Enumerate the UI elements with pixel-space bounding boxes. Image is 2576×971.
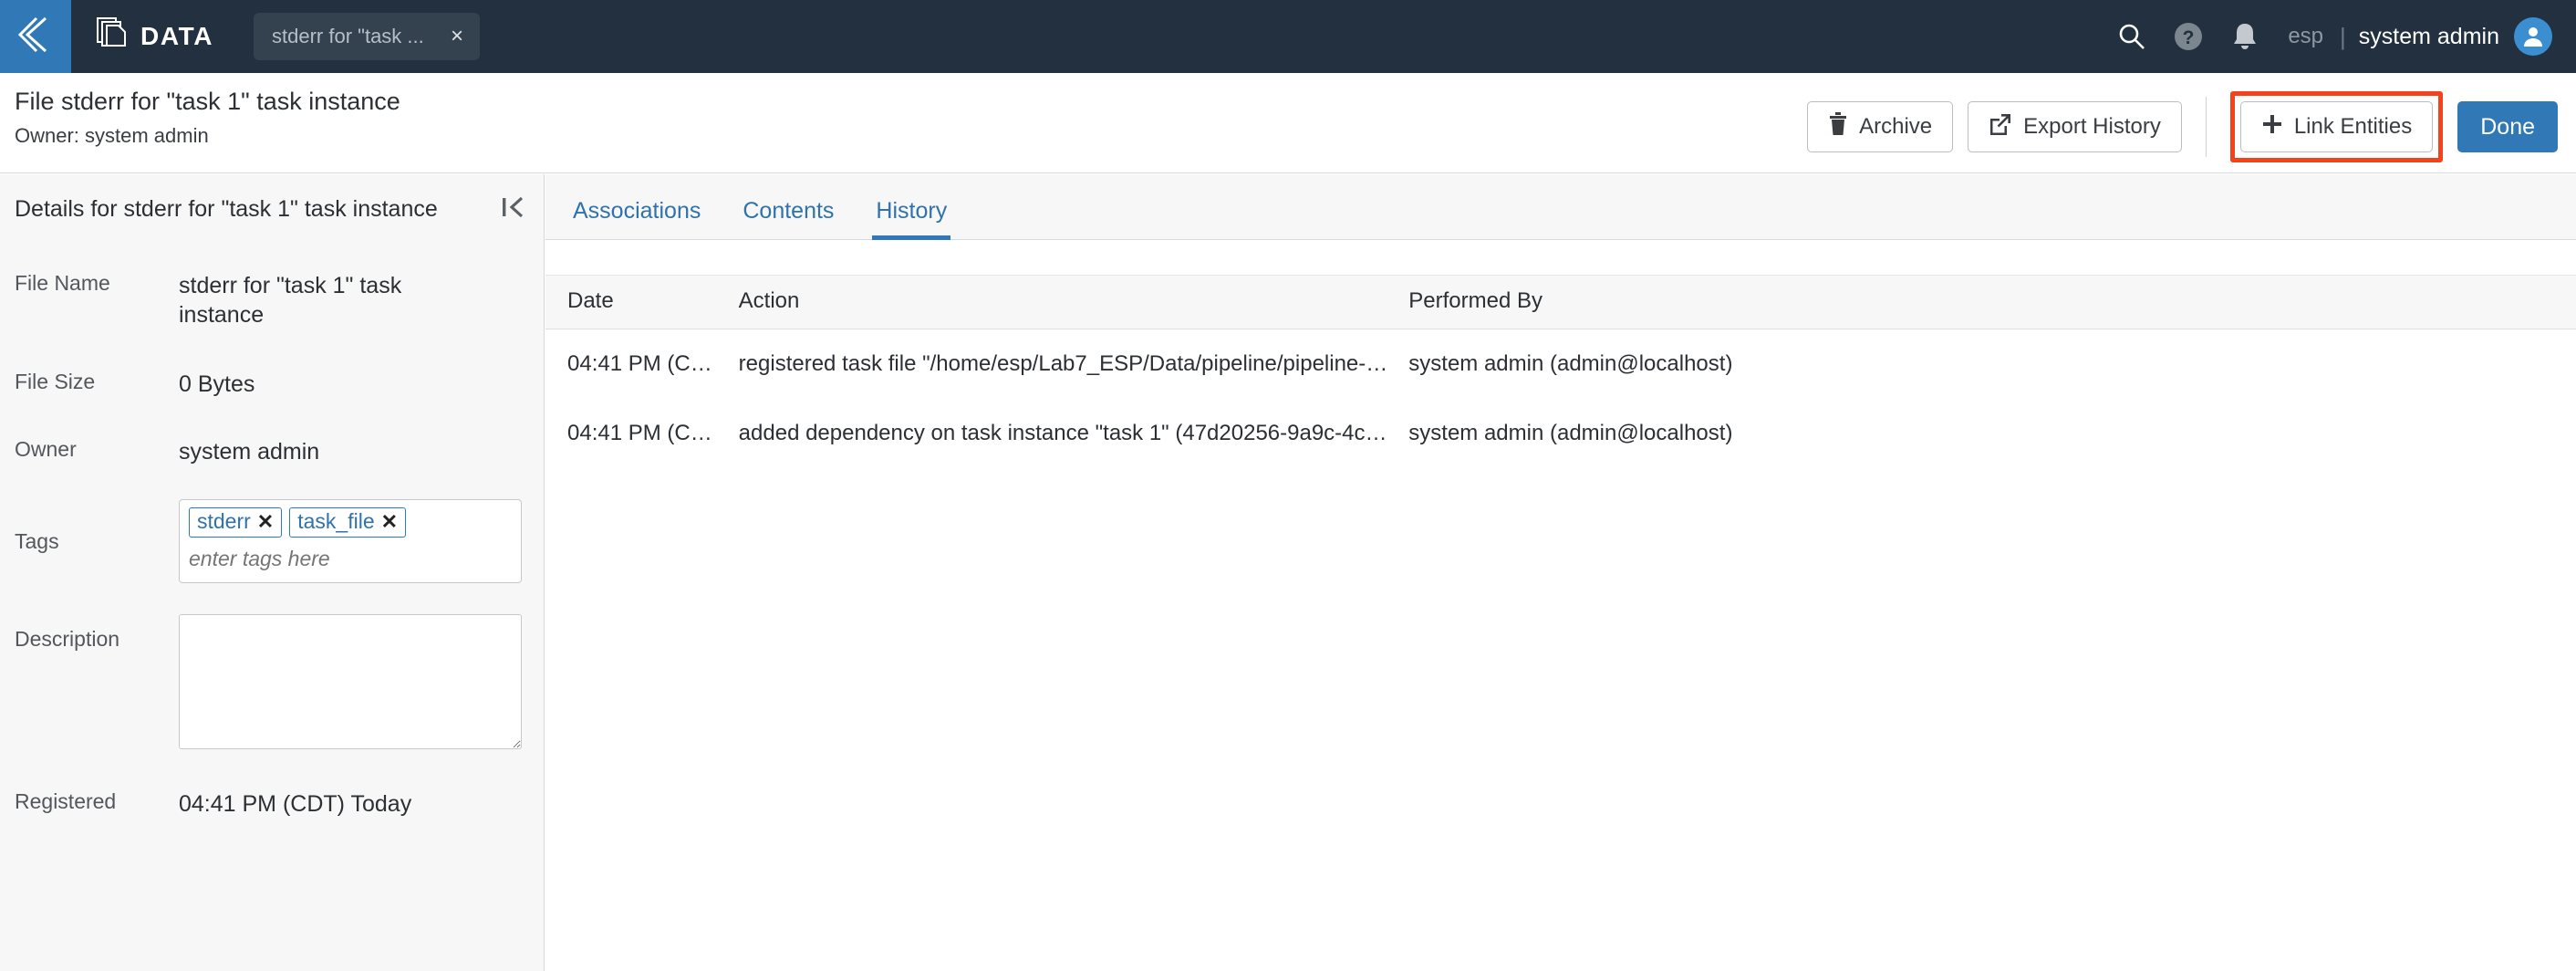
- help-circle-icon[interactable]: ?: [2160, 0, 2217, 73]
- tag-list: stderr ✕ task_file ✕: [189, 507, 512, 538]
- history-table-body: 04:41 PM (CDT) Today registered task fil…: [545, 329, 2576, 469]
- field-value: 0 Bytes: [179, 371, 255, 397]
- cell-action-text: added dependency on task instance "task …: [738, 421, 1389, 445]
- svg-text:?: ?: [2183, 27, 2195, 48]
- page-header: File stderr for "task 1" task instance O…: [0, 73, 2576, 173]
- header-divider: [2205, 97, 2207, 157]
- cell-action: added dependency on task instance "task …: [717, 399, 1389, 468]
- page-header-actions: Archive Export History Link Entities Don…: [1807, 91, 2558, 162]
- export-history-button-label: Export History: [2023, 114, 2161, 139]
- field-owner: Owner system admin: [0, 437, 544, 466]
- cell-performed-by: system admin (admin@localhost): [1408, 421, 1733, 445]
- cell-action-text: registered task file "/home/esp/Lab7_ESP…: [738, 351, 1389, 376]
- link-entities-button-label: Link Entities: [2293, 114, 2413, 139]
- table-row[interactable]: 04:41 PM (CDT) Today added dependency on…: [545, 399, 2576, 468]
- external-link-icon: [1989, 112, 2012, 142]
- close-icon[interactable]: ×: [451, 26, 463, 47]
- cell-performed-by: system admin (admin@localhost): [1408, 351, 1733, 376]
- open-tab-label: stderr for "task ...: [272, 25, 424, 47]
- field-value: system admin: [179, 439, 320, 465]
- description-textarea[interactable]: [179, 614, 522, 749]
- tag-remove-icon[interactable]: ✕: [257, 511, 274, 532]
- field-label: Tags: [15, 528, 59, 553]
- field-label: File Name: [15, 271, 110, 295]
- column-header-performed-by[interactable]: Performed By: [1388, 275, 2576, 329]
- field-label: Owner: [15, 437, 77, 461]
- archive-button-label: Archive: [1859, 114, 1933, 139]
- plus-icon: [2261, 113, 2283, 141]
- table-header-row: Date Action Performed By: [545, 275, 2576, 329]
- top-navigation-bar: DATA stderr for "task ... × ? esp | syst…: [0, 0, 2576, 73]
- field-file-name: File Name stderr for "task 1" task insta…: [0, 271, 544, 329]
- field-description: Description: [0, 614, 544, 749]
- history-table-wrapper: Date Action Performed By 04:41 PM (CDT) …: [545, 240, 2576, 468]
- field-registered: Registered 04:41 PM (CDT) Today: [0, 789, 544, 819]
- history-table: Date Action Performed By 04:41 PM (CDT) …: [545, 275, 2576, 468]
- cell-date: 04:41 PM (CDT) Today: [567, 351, 717, 376]
- app-brand[interactable]: DATA: [97, 16, 214, 57]
- cell-action: registered task file "/home/esp/Lab7_ESP…: [717, 329, 1389, 400]
- chevron-double-left-icon: [17, 15, 53, 59]
- tags-input[interactable]: [189, 547, 512, 571]
- tags-input-box[interactable]: stderr ✕ task_file ✕: [179, 499, 522, 583]
- field-label: File Size: [15, 370, 96, 393]
- field-value: 04:41 PM (CDT) Today: [179, 791, 412, 817]
- documents-stack-icon: [97, 16, 128, 57]
- field-label: Description: [15, 627, 120, 651]
- tag-remove-icon[interactable]: ✕: [381, 511, 398, 532]
- tab-contents[interactable]: Contents: [739, 198, 837, 239]
- topbar-divider: |: [2340, 22, 2346, 50]
- tag-label: stderr: [197, 509, 251, 533]
- done-button[interactable]: Done: [2457, 101, 2558, 152]
- link-entities-button[interactable]: Link Entities: [2239, 101, 2434, 152]
- sidebar-header: Details for stderr for "task 1" task ins…: [0, 174, 544, 224]
- field-value: stderr for "task 1" task instance: [179, 273, 402, 328]
- history-table-head: Date Action Performed By: [545, 275, 2576, 329]
- tab-history[interactable]: History: [872, 198, 951, 240]
- tag-label: task_file: [297, 509, 375, 533]
- field-tags: Tags stderr ✕ task_file ✕: [0, 499, 544, 583]
- org-label: esp: [2288, 24, 2324, 48]
- archive-button[interactable]: Archive: [1807, 101, 1954, 152]
- page-subtitle-owner: Owner: system admin: [15, 124, 209, 147]
- user-name[interactable]: system admin: [2359, 24, 2499, 50]
- page-title: File stderr for "task 1" task instance: [15, 88, 400, 115]
- column-header-date[interactable]: Date: [545, 275, 717, 329]
- main-content: Associations Contents History Date Actio…: [545, 174, 2576, 971]
- field-file-size: File Size 0 Bytes: [0, 370, 544, 399]
- avatar[interactable]: [2514, 17, 2552, 56]
- trash-icon: [1828, 111, 1848, 142]
- tag-chip-stderr[interactable]: stderr ✕: [189, 507, 283, 538]
- back-button[interactable]: [0, 0, 71, 73]
- sidebar-title: Details for stderr for "task 1" task ins…: [15, 196, 438, 222]
- search-icon[interactable]: [2103, 0, 2160, 73]
- app-label: DATA: [140, 22, 214, 50]
- column-header-action[interactable]: Action: [716, 275, 1389, 329]
- tag-chip-task-file[interactable]: task_file ✕: [289, 507, 407, 538]
- tab-associations[interactable]: Associations: [569, 198, 704, 239]
- collapse-panel-left-icon[interactable]: [502, 194, 525, 220]
- table-row[interactable]: 04:41 PM (CDT) Today registered task fil…: [545, 329, 2576, 400]
- field-label: Registered: [15, 789, 117, 813]
- details-sidebar: Details for stderr for "task 1" task ins…: [0, 174, 545, 971]
- cell-date: 04:41 PM (CDT) Today: [567, 421, 717, 445]
- open-tab-stderr[interactable]: stderr for "task ... ×: [254, 13, 481, 60]
- topbar-right-cluster: ? esp | system admin: [2103, 0, 2576, 73]
- export-history-button[interactable]: Export History: [1968, 101, 2182, 152]
- link-entities-highlight: Link Entities: [2229, 91, 2444, 162]
- bell-icon[interactable]: [2217, 0, 2273, 73]
- content-tabbar: Associations Contents History: [545, 174, 2576, 240]
